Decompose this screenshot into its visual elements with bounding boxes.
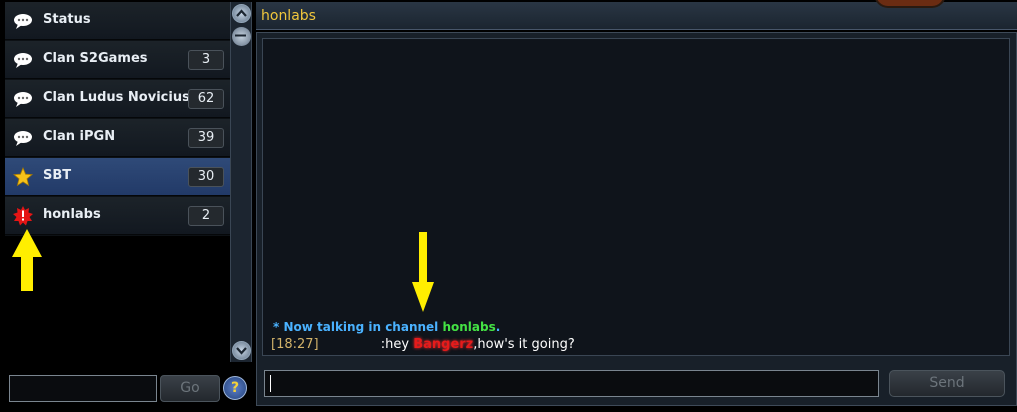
channel-item-status[interactable]: Status: [5, 2, 230, 40]
send-button[interactable]: Send: [889, 370, 1005, 397]
grip-icon: [235, 34, 246, 37]
unread-count-badge: 39: [188, 128, 224, 148]
chevron-up-icon: [236, 9, 247, 17]
channel-label: Clan Ludus Novicius: [43, 90, 190, 105]
unread-count-badge: 3: [188, 50, 224, 70]
message-text: :hey: [380, 337, 414, 352]
channel-item-clan-ludus-novicius[interactable]: Clan Ludus Novicius 62: [5, 80, 230, 118]
annotation-arrow-up: [12, 229, 42, 291]
chat-title: honlabs: [261, 8, 316, 24]
unread-count-badge: 30: [188, 167, 224, 187]
speech-bubble-icon: [14, 131, 32, 146]
unread-count-badge: 62: [188, 89, 224, 109]
channel-label: SBT: [43, 168, 72, 183]
chat-header: honlabs: [256, 0, 1017, 30]
scroll-up-button[interactable]: [232, 4, 251, 23]
scroll-thumb[interactable]: [232, 27, 251, 46]
star-icon: [13, 167, 33, 187]
channel-list: Status Clan S2Games 3 Clan Ludus Noviciu…: [5, 2, 230, 236]
speech-bubble-icon: [14, 92, 32, 107]
header-ornament: [874, 0, 946, 8]
channel-label: Clan iPGN: [43, 129, 116, 144]
chat-message-area[interactable]: [262, 38, 1010, 356]
system-message-text: * Now talking in channel: [273, 320, 443, 334]
channel-label: honlabs: [43, 207, 101, 222]
channel-item-clan-s2games[interactable]: Clan S2Games 3: [5, 41, 230, 79]
channel-item-clan-ipgn[interactable]: Clan iPGN 39: [5, 119, 230, 157]
scroll-down-button[interactable]: [232, 341, 251, 360]
channel-item-sbt[interactable]: SBT 30: [5, 158, 230, 196]
message-text-rest: ,how's it going?: [473, 337, 575, 352]
alert-burst-icon: [13, 206, 33, 226]
speech-bubble-icon: [14, 53, 32, 68]
annotation-arrow-down: [412, 232, 434, 312]
system-message: * Now talking in channel honlabs.: [273, 320, 500, 334]
message-input[interactable]: [264, 370, 879, 397]
system-message-suffix: .: [495, 320, 501, 334]
message-timestamp: [18:27]: [271, 337, 319, 352]
unread-count-badge: 2: [188, 206, 224, 226]
channel-label: Status: [43, 12, 91, 27]
message-mention: Bangerz: [413, 337, 474, 352]
join-channel-input[interactable]: [9, 375, 157, 402]
channel-label: Clan S2Games: [43, 51, 148, 66]
go-button[interactable]: Go: [160, 375, 220, 402]
channel-scrollbar[interactable]: [230, 2, 252, 362]
help-button[interactable]: ?: [223, 376, 247, 400]
chat-message: [18:27] :hey Bangerz,how's it going?: [271, 337, 575, 352]
system-channel-name: honlabs: [442, 320, 496, 334]
speech-bubble-icon: [14, 14, 32, 29]
chevron-down-icon: [236, 347, 247, 355]
